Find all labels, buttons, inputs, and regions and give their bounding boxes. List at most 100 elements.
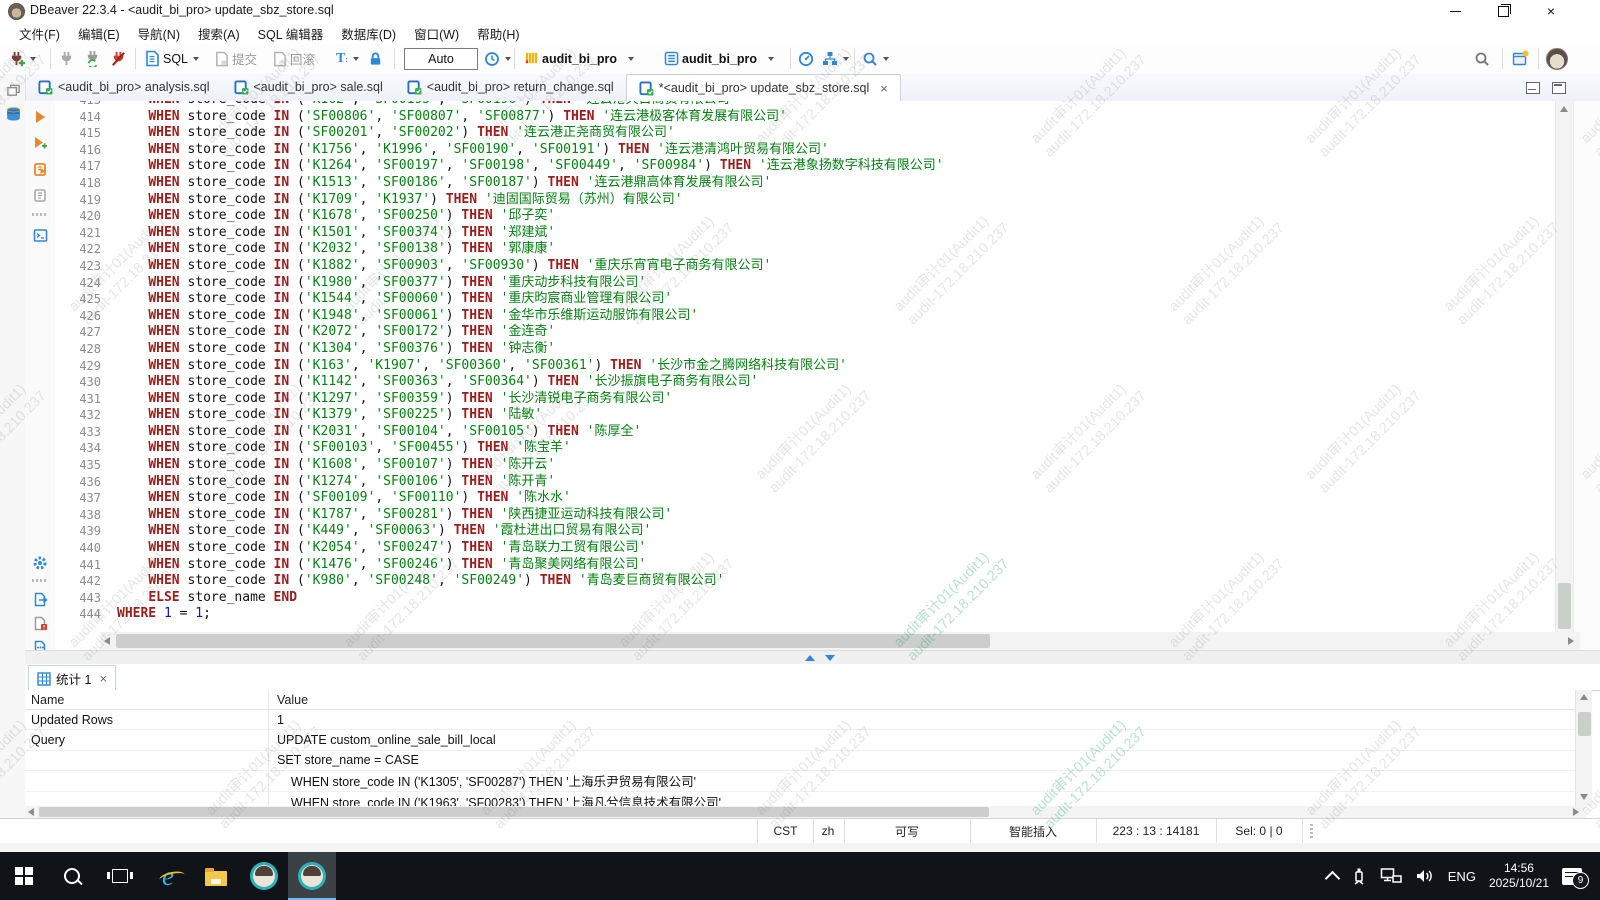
rollback-button[interactable]: 回滚 bbox=[272, 44, 315, 73]
restore-button[interactable] bbox=[1480, 0, 1526, 22]
menu-item-3[interactable]: 搜索(A) bbox=[189, 22, 249, 45]
menu-item-2[interactable]: 导航(N) bbox=[129, 22, 189, 45]
code-line[interactable]: 429 WHEN store_code IN ('K163', 'K1907',… bbox=[55, 358, 944, 375]
code-line[interactable]: 436 WHEN store_code IN ('K1274', 'SF0010… bbox=[55, 474, 944, 491]
close-icon[interactable]: × bbox=[880, 81, 888, 96]
execute-new-tab-button[interactable] bbox=[30, 133, 50, 153]
dbeaver-taskbar-button-active[interactable] bbox=[288, 852, 336, 900]
network-tray-icon[interactable] bbox=[1377, 852, 1405, 900]
code-line[interactable]: 424 WHEN store_code IN ('K1980', 'SF0037… bbox=[55, 275, 944, 292]
disconnect-button[interactable] bbox=[58, 44, 75, 73]
results-vscroll-thumb[interactable] bbox=[1578, 712, 1591, 736]
status-selection[interactable]: Sel: 0 | 0 bbox=[1216, 819, 1303, 843]
sql-editor-button[interactable]: SQL bbox=[144, 44, 199, 73]
results-hscroll-thumb[interactable] bbox=[39, 807, 989, 817]
code-line[interactable]: 418 WHEN store_code IN ('K1513', 'SF0018… bbox=[55, 175, 944, 192]
code-line[interactable]: 414 WHEN store_code IN ('SF00806', 'SF00… bbox=[55, 109, 944, 126]
action-center-button[interactable]: 9 bbox=[1559, 852, 1590, 900]
code-line[interactable]: 437 WHEN store_code IN ('SF00109', 'SF00… bbox=[55, 490, 944, 507]
table-row[interactable]: SET store_name = CASE bbox=[25, 751, 1575, 771]
menu-item-6[interactable]: 窗口(W) bbox=[405, 22, 468, 45]
scroll-right-icon[interactable] bbox=[1568, 637, 1574, 645]
minimize-editor-icon[interactable] bbox=[1526, 82, 1540, 94]
code-line[interactable]: 426 WHEN store_code IN ('K1948', 'SF0006… bbox=[55, 308, 944, 325]
export-result-button[interactable] bbox=[30, 589, 50, 609]
menu-item-7[interactable]: 帮助(H) bbox=[468, 22, 528, 45]
editor-vscrollbar[interactable] bbox=[1555, 101, 1573, 650]
table-row[interactable]: QueryUPDATE custom_online_sale_bill_loca… bbox=[25, 730, 1575, 750]
scroll-up-icon[interactable] bbox=[1560, 106, 1568, 112]
task-view-button[interactable] bbox=[96, 852, 144, 900]
editor-hscroll-thumb[interactable] bbox=[116, 634, 990, 648]
code-line[interactable]: 419 WHEN store_code IN ('K1709', 'K1937'… bbox=[55, 192, 944, 209]
code-line[interactable]: 430 WHEN store_code IN ('K1142', 'SF0036… bbox=[55, 374, 944, 391]
close-button[interactable]: × bbox=[1528, 0, 1574, 22]
execution-plan-button[interactable] bbox=[822, 44, 849, 73]
usb-tray-icon[interactable] bbox=[1348, 852, 1370, 900]
code-line[interactable]: 415 WHEN store_code IN ('SF00201', 'SF00… bbox=[55, 125, 944, 142]
scroll-left-icon[interactable] bbox=[104, 637, 110, 645]
data-search-button[interactable] bbox=[862, 44, 889, 73]
internet-explorer-button[interactable]: e bbox=[144, 852, 192, 900]
status-insert-mode[interactable]: 智能插入 bbox=[970, 819, 1097, 843]
code-line[interactable]: 413 WHEN store_code IN ('K162', 'SF00195… bbox=[55, 101, 944, 109]
column-header-name[interactable]: Name bbox=[25, 693, 268, 707]
dbeaver-taskbar-button[interactable] bbox=[240, 852, 288, 900]
results-vscrollbar[interactable] bbox=[1575, 690, 1592, 806]
execute-statement-button[interactable] bbox=[30, 107, 50, 127]
connection-combo[interactable]: audit_bi_pro bbox=[524, 44, 634, 73]
code-line[interactable]: 422 WHEN store_code IN ('K2032', 'SF0013… bbox=[55, 241, 944, 258]
tray-expand-button[interactable] bbox=[1324, 852, 1341, 900]
commit-button[interactable]: 提交 bbox=[214, 44, 257, 73]
code-line[interactable]: 443 ELSE store_name END bbox=[55, 590, 944, 607]
schema-combo[interactable]: audit_bi_pro bbox=[664, 44, 774, 73]
menu-item-4[interactable]: SQL 编辑器 bbox=[249, 22, 333, 45]
code-line[interactable]: 420 WHEN store_code IN ('K1678', 'SF0025… bbox=[55, 208, 944, 225]
transaction-log-button[interactable] bbox=[484, 44, 511, 73]
code-line[interactable]: 432 WHEN store_code IN ('K1379', 'SF0022… bbox=[55, 407, 944, 424]
database-navigator-button[interactable] bbox=[3, 104, 23, 124]
sash-up-icon[interactable] bbox=[805, 655, 815, 661]
results-hscrollbar[interactable] bbox=[25, 806, 1585, 818]
code-line[interactable]: 441 WHEN store_code IN ('K1476', 'SF0024… bbox=[55, 557, 944, 574]
close-connection-button[interactable] bbox=[110, 44, 127, 73]
code-line[interactable]: 428 WHEN store_code IN ('K1304', 'SF0037… bbox=[55, 341, 944, 358]
transaction-mode-button[interactable]: T: bbox=[336, 44, 359, 73]
menu-item-1[interactable]: 编辑(E) bbox=[69, 22, 129, 45]
open-view-button[interactable] bbox=[1512, 44, 1529, 73]
chevron-down-icon[interactable] bbox=[30, 57, 36, 61]
taskbar-clock[interactable]: 14:56 2025/10/21 bbox=[1486, 852, 1552, 900]
dashboard-button[interactable] bbox=[798, 44, 814, 73]
autocommit-combo[interactable]: Auto bbox=[404, 44, 478, 73]
code-line[interactable]: 442 WHEN store_code IN ('K980', 'SF00248… bbox=[55, 573, 944, 590]
file-explorer-button[interactable] bbox=[192, 852, 240, 900]
table-row[interactable]: Updated Rows1 bbox=[25, 710, 1575, 730]
sql-editor[interactable]: 413 WHEN store_code IN ('K162', 'SF00195… bbox=[55, 101, 1555, 632]
autocommit-lock-button[interactable] bbox=[368, 44, 383, 73]
explain-plan-button[interactable] bbox=[30, 185, 50, 205]
taskbar-search-button[interactable] bbox=[48, 852, 96, 900]
code-line[interactable]: 427 WHEN store_code IN ('K2072', 'SF0017… bbox=[55, 324, 944, 341]
status-cursor-position[interactable]: 223 : 13 : 14181 bbox=[1096, 819, 1217, 843]
start-button[interactable] bbox=[0, 852, 48, 900]
table-row[interactable]: WHEN store_code IN ('K1963', 'SF00283') … bbox=[25, 792, 1575, 806]
execute-script-button[interactable] bbox=[30, 159, 50, 179]
code-line[interactable]: 421 WHEN store_code IN ('K1501', 'SF0037… bbox=[55, 225, 944, 242]
minimize-button[interactable] bbox=[1432, 0, 1478, 22]
code-line[interactable]: 440 WHEN store_code IN ('K2054', 'SF0024… bbox=[55, 540, 944, 557]
open-console-button[interactable] bbox=[30, 225, 50, 245]
close-icon[interactable]: × bbox=[99, 671, 107, 686]
restore-panels-button[interactable] bbox=[3, 80, 23, 100]
editor-settings-button[interactable] bbox=[30, 553, 50, 573]
menu-item-0[interactable]: 文件(F) bbox=[10, 22, 69, 45]
language-indicator[interactable]: ENG bbox=[1445, 852, 1479, 900]
tab-statistics[interactable]: 统计 1 × bbox=[28, 665, 116, 691]
code-line[interactable]: 439 WHEN store_code IN ('K449', 'SF00063… bbox=[55, 523, 944, 540]
editor-hscrollbar[interactable] bbox=[100, 632, 1580, 650]
code-line[interactable]: 416 WHEN store_code IN ('K1756', 'K1996'… bbox=[55, 142, 944, 159]
new-connection-button[interactable] bbox=[8, 44, 36, 73]
quick-search-button[interactable] bbox=[1474, 44, 1490, 73]
code-line[interactable]: 434 WHEN store_code IN ('SF00103', 'SF00… bbox=[55, 440, 944, 457]
code-line[interactable]: 417 WHEN store_code IN ('K1264', 'SF0019… bbox=[55, 158, 944, 175]
volume-tray-icon[interactable] bbox=[1412, 852, 1438, 900]
